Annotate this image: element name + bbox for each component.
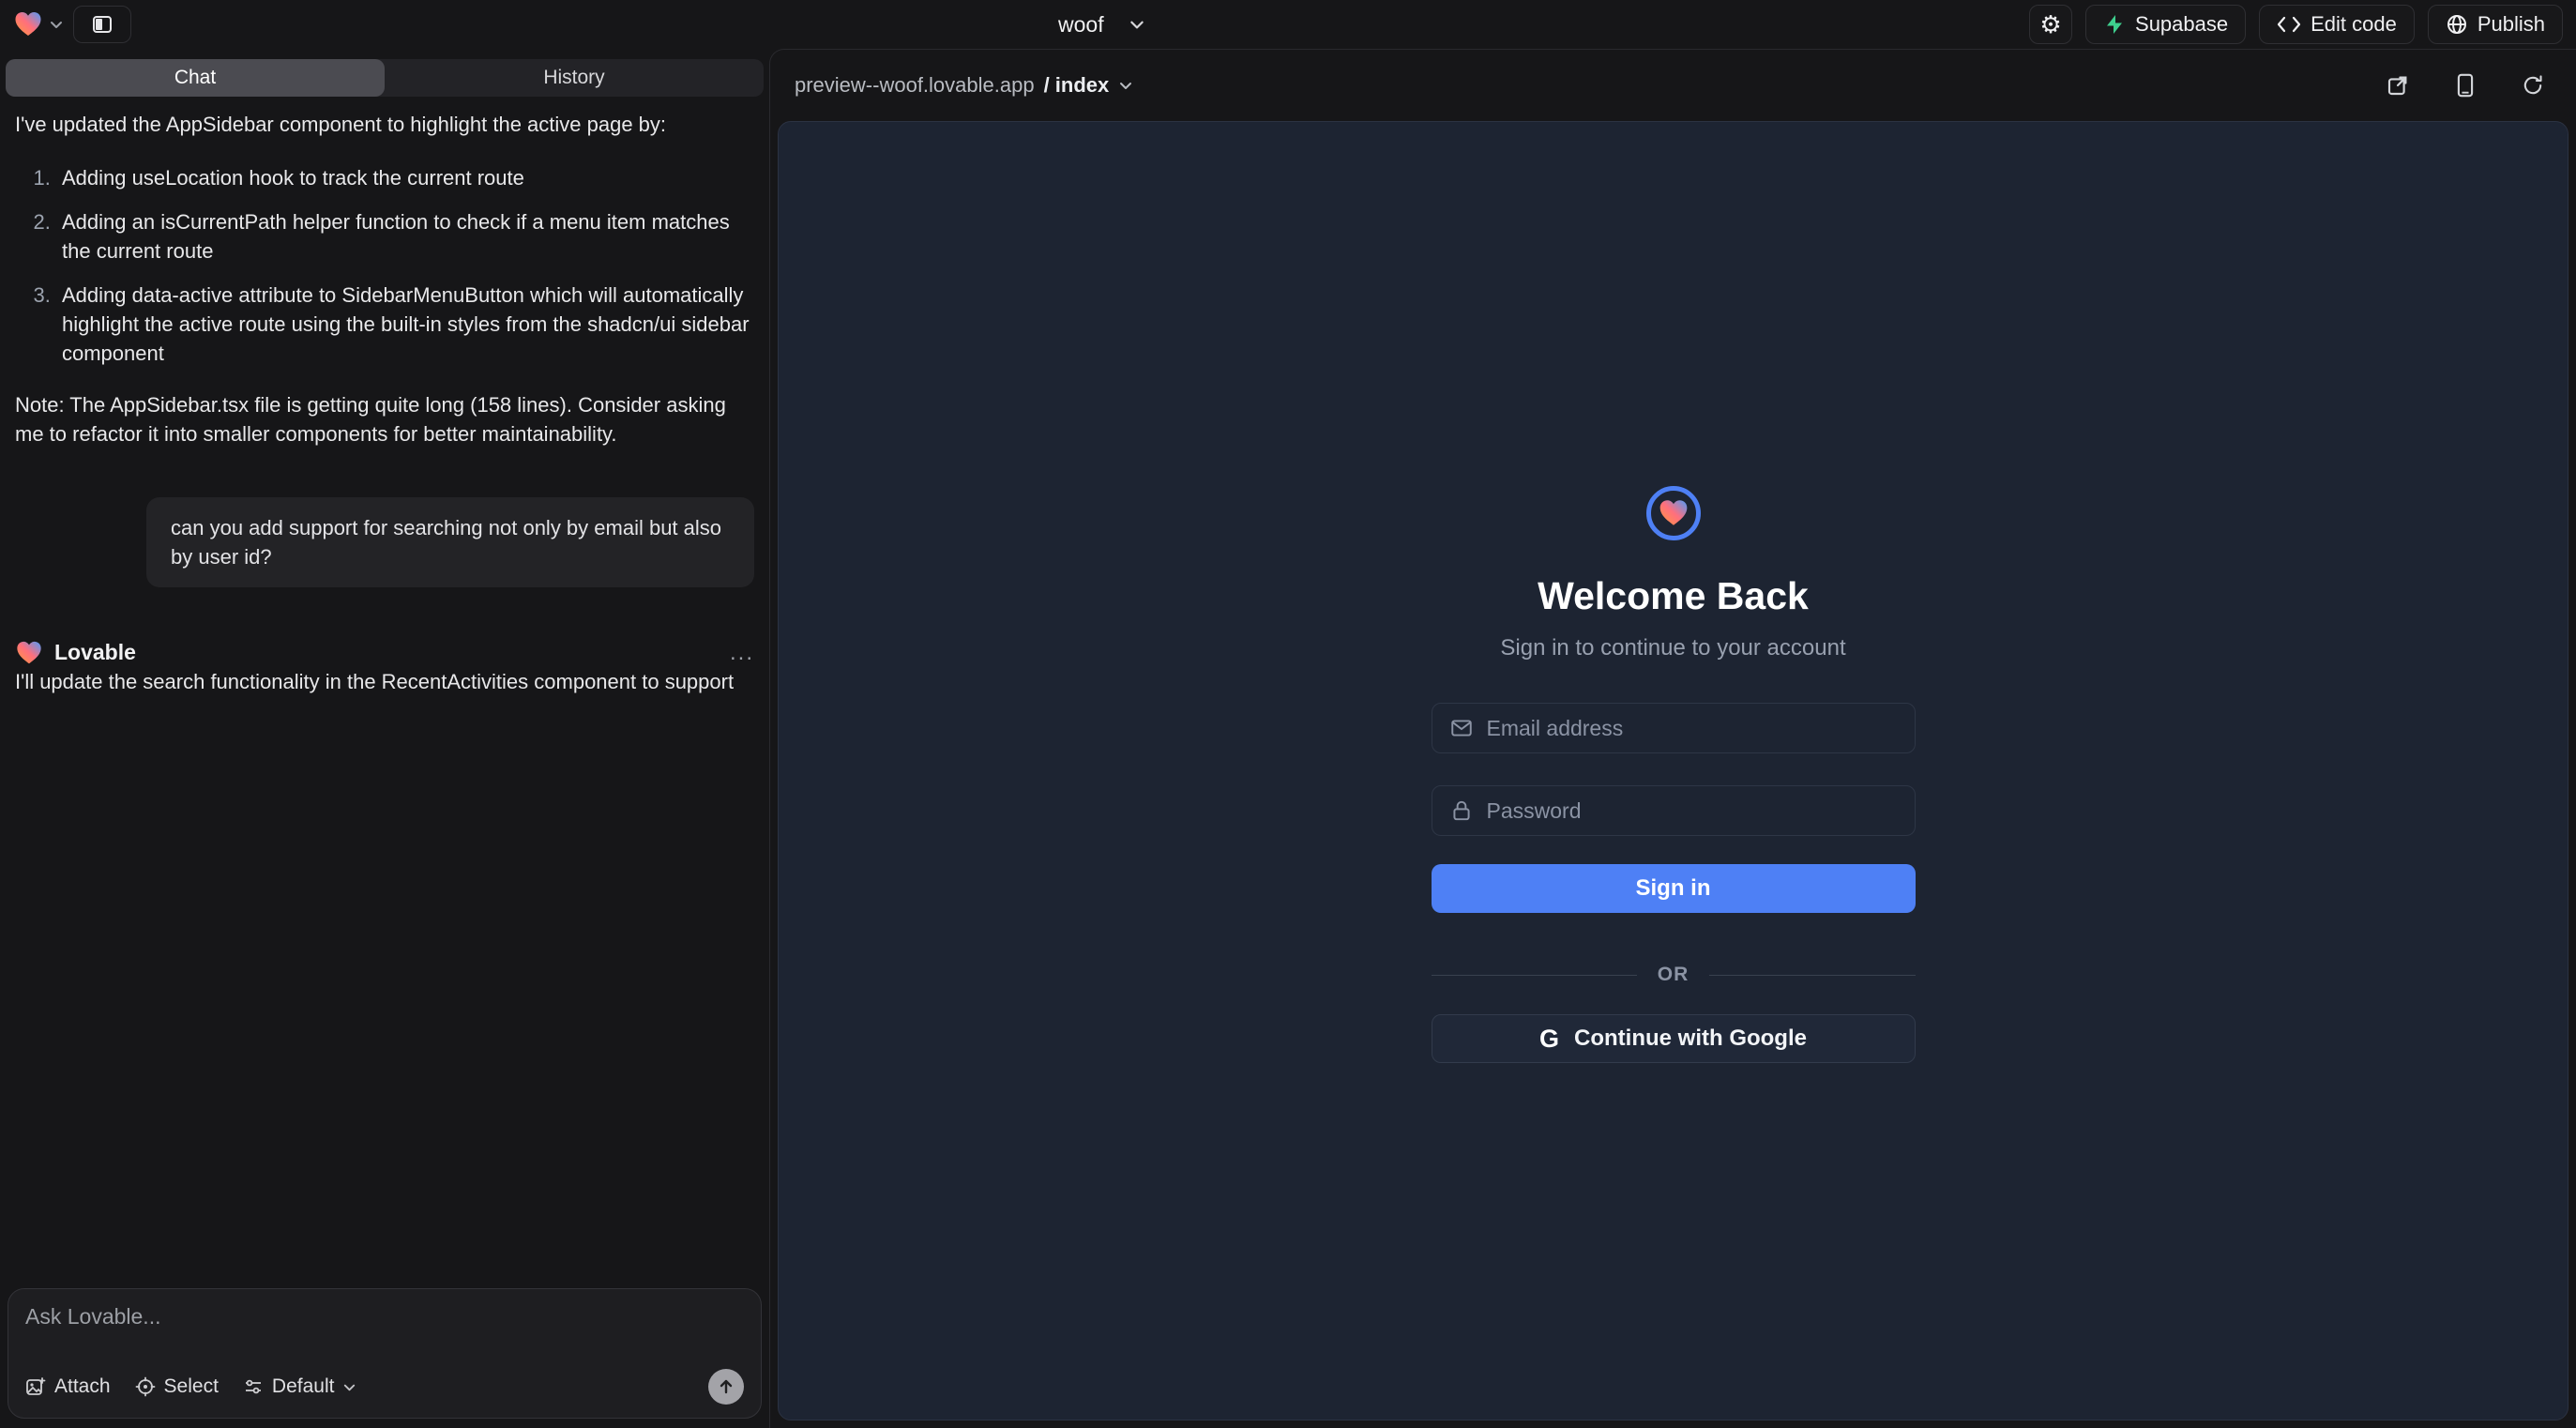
mobile-device-icon	[2455, 73, 2476, 98]
chevron-down-icon	[1118, 78, 1133, 93]
mode-selector[interactable]: Default	[243, 1375, 357, 1398]
select-label: Select	[164, 1375, 219, 1398]
login-subtitle: Sign in to continue to your account	[1500, 635, 1845, 661]
heart-logo-icon	[1658, 497, 1690, 529]
google-g-icon: G	[1539, 1025, 1559, 1054]
assistant-header: Lovable ...	[15, 638, 754, 667]
assistant-note: Note: The AppSidebar.tsx file is getting…	[15, 390, 754, 448]
code-icon	[2277, 14, 2301, 35]
user-message-bubble: can you add support for searching not on…	[146, 497, 754, 587]
settings-button[interactable]: ⚙	[2029, 5, 2072, 44]
preview-domain: preview--woof.lovable.app	[795, 73, 1035, 98]
assistant-message: I've updated the AppSidebar component to…	[15, 110, 754, 448]
attach-button[interactable]: Attach	[25, 1375, 111, 1398]
list-item: Adding useLocation hook to track the cur…	[56, 163, 754, 192]
tab-chat[interactable]: Chat	[6, 59, 385, 97]
chevron-down-icon	[342, 1380, 356, 1394]
edit-code-button[interactable]: Edit code	[2259, 5, 2415, 44]
external-link-icon	[2387, 74, 2409, 97]
toggle-sidebar-button[interactable]	[73, 6, 131, 43]
supabase-label: Supabase	[2135, 12, 2228, 37]
list-item: Adding data-active attribute to SidebarM…	[56, 281, 754, 368]
chevron-down-icon	[49, 17, 64, 32]
project-chevron-down-icon[interactable]	[1129, 16, 1145, 33]
supabase-button[interactable]: Supabase	[2085, 5, 2246, 44]
assistant-paragraph: I'll update the search functionality in …	[15, 667, 754, 694]
preview-url[interactable]: preview--woof.lovable.app / index	[795, 73, 1133, 98]
assistant-message: I'll update the search functionality in …	[15, 667, 754, 694]
lovable-logo-menu[interactable]	[13, 9, 64, 39]
lovable-avatar	[15, 639, 43, 667]
numbered-list: Adding useLocation hook to track the cur…	[56, 163, 754, 368]
publish-button[interactable]: Publish	[2428, 5, 2563, 44]
tab-history[interactable]: History	[385, 59, 764, 97]
login-card: Welcome Back Sign in to continue to your…	[1432, 122, 1916, 1063]
chat-history-tabs: Chat History	[6, 59, 764, 97]
preview-header: preview--woof.lovable.app / index	[770, 50, 2576, 121]
edit-code-label: Edit code	[2311, 12, 2397, 37]
mode-label: Default	[272, 1375, 335, 1398]
preview-path: / index	[1044, 73, 1110, 98]
or-label: OR	[1658, 964, 1690, 986]
password-field[interactable]	[1432, 785, 1916, 836]
send-button[interactable]	[708, 1369, 744, 1405]
supabase-icon	[2103, 13, 2126, 36]
password-input[interactable]	[1487, 798, 1898, 824]
preview-pane: preview--woof.lovable.app / index	[769, 49, 2576, 1428]
chat-panel: Chat History I've updated the AppSidebar…	[0, 49, 769, 1428]
or-divider: OR	[1432, 964, 1916, 986]
lock-icon	[1449, 798, 1474, 823]
refresh-button[interactable]	[2514, 67, 2552, 104]
refresh-icon	[2522, 74, 2544, 97]
arrow-up-icon	[717, 1377, 735, 1396]
envelope-icon	[1449, 716, 1474, 740]
chat-composer: Attach Select	[8, 1288, 762, 1419]
continue-with-google-button[interactable]: G Continue with Google	[1432, 1014, 1916, 1063]
open-in-new-tab-button[interactable]	[2379, 67, 2417, 104]
sign-in-button[interactable]: Sign in	[1432, 864, 1916, 913]
more-options-icon[interactable]: ...	[730, 638, 754, 667]
attach-label: Attach	[54, 1375, 111, 1398]
select-button[interactable]: Select	[135, 1375, 219, 1398]
list-item: Adding an isCurrentPath helper function …	[56, 207, 754, 266]
publish-label: Publish	[2478, 12, 2545, 37]
app-logo	[1646, 486, 1701, 540]
lovable-heart-icon	[13, 9, 43, 39]
email-input[interactable]	[1487, 716, 1898, 741]
mobile-view-button[interactable]	[2447, 67, 2484, 104]
app-preview: Welcome Back Sign in to continue to your…	[778, 121, 2568, 1420]
gear-icon: ⚙	[2039, 12, 2061, 37]
email-field[interactable]	[1432, 703, 1916, 753]
google-button-label: Continue with Google	[1574, 1025, 1807, 1052]
sliders-icon	[243, 1376, 264, 1397]
project-name: woof	[1058, 12, 1104, 38]
assistant-paragraph: I've updated the AppSidebar component to…	[15, 110, 754, 139]
attach-image-icon	[25, 1376, 46, 1397]
globe-icon	[2446, 13, 2468, 36]
sidebar-panel-icon	[91, 13, 114, 36]
chat-input[interactable]	[25, 1304, 744, 1364]
login-title: Welcome Back	[1538, 574, 1809, 618]
top-bar: woof ⚙ Supabase Edit code	[0, 0, 2576, 49]
select-target-icon	[135, 1376, 156, 1397]
assistant-name: Lovable	[54, 638, 136, 667]
chat-messages[interactable]: I've updated the AppSidebar component to…	[0, 97, 769, 694]
